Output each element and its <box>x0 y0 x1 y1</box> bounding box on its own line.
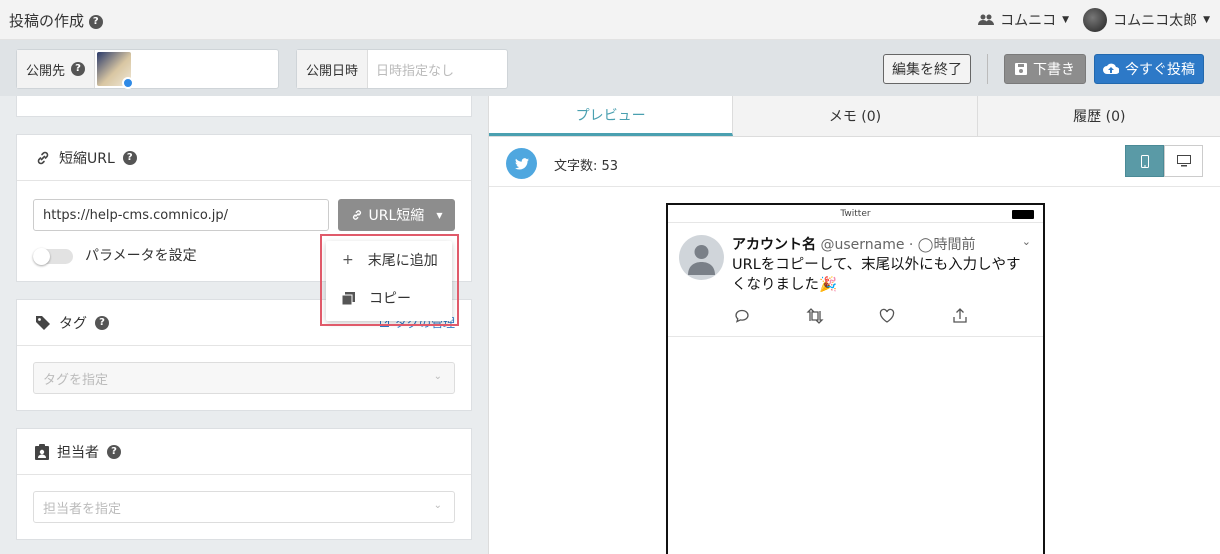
top-bar: 投稿の作成 ? コムニコ ▼ コムニコ太郎 ▼ <box>0 0 1220 40</box>
desktop-icon <box>1176 155 1191 167</box>
publish-date-input[interactable]: 日時指定なし <box>368 50 462 88</box>
mobile-view-button[interactable] <box>1125 145 1164 177</box>
phone-status-bar: Twitter <box>668 205 1043 223</box>
tweet-actions <box>732 306 982 326</box>
save-icon <box>1015 63 1027 75</box>
card-top-partial <box>16 96 472 117</box>
battery-icon <box>1012 210 1034 219</box>
divider <box>987 54 988 84</box>
shorten-url-label: URL短縮 <box>368 208 425 224</box>
tag-icon <box>36 315 50 330</box>
save-draft-button[interactable]: 下書き <box>1004 54 1086 84</box>
phone-preview: Twitter アカウント名 @username · ◯時間前 ⌄ URLをコピ… <box>666 203 1045 554</box>
tweet-header: アカウント名 @username · ◯時間前 <box>732 234 975 254</box>
help-icon[interactable]: ? <box>71 62 86 76</box>
publish-destination-field[interactable]: 公開先 ? <box>16 49 279 89</box>
short-url-header: 短縮URL ? <box>17 135 471 181</box>
twitter-icon[interactable] <box>506 148 537 179</box>
status-bar-title: Twitter <box>840 209 871 219</box>
help-icon[interactable]: ? <box>122 150 137 165</box>
reply-icon[interactable] <box>732 306 752 326</box>
chevron-down-icon: ▼ <box>1203 15 1210 25</box>
account-thumbnail[interactable] <box>97 52 135 89</box>
assignee-select[interactable]: 担当者を指定 ⌄ <box>33 491 455 523</box>
tag-select[interactable]: タグを指定 ⌄ <box>33 362 455 394</box>
page-title: 投稿の作成 ? <box>9 10 103 31</box>
short-url-title: 短縮URL <box>59 150 115 167</box>
assignee-select-placeholder: 担当者を指定 <box>43 501 122 517</box>
link-icon <box>352 210 361 220</box>
help-icon[interactable]: ? <box>88 14 103 29</box>
post-now-label: 今すぐ投稿 <box>1125 62 1195 78</box>
chevron-down-icon: ▼ <box>1062 15 1070 25</box>
publish-date-label: 公開日時 <box>297 50 369 88</box>
help-icon[interactable]: ? <box>95 315 109 330</box>
user-menu[interactable]: コムニコ太郎 ▼ <box>1083 8 1210 32</box>
team-name: コムニコ <box>1000 13 1057 29</box>
url-input[interactable]: https://help-cms.comnico.jp/ <box>33 199 329 231</box>
desktop-view-button[interactable] <box>1164 145 1203 177</box>
end-edit-button[interactable]: 編集を終了 <box>883 54 971 84</box>
post-now-button[interactable]: 今すぐ投稿 <box>1094 54 1204 84</box>
mobile-icon <box>1140 154 1149 168</box>
tweet-text: URLをコピーして、末尾以外にも入力しやすくなりました🎉 <box>732 257 1021 293</box>
share-icon[interactable] <box>950 306 970 326</box>
chevron-down-icon: ⌄ <box>433 371 442 382</box>
tweet-account-name: アカウント名 <box>732 237 816 253</box>
char-count: 文字数: 53 <box>554 159 619 174</box>
save-draft-label: 下書き <box>1033 62 1075 78</box>
chevron-down-icon: ⌄ <box>433 500 442 511</box>
team-menu[interactable]: コムニコ ▼ <box>978 10 1069 30</box>
link-icon <box>37 151 49 164</box>
assignee-card: 担当者 ? 担当者を指定 ⌄ <box>16 428 472 540</box>
avatar <box>1083 8 1108 32</box>
tab-memo[interactable]: メモ (0) <box>733 96 978 136</box>
publish-destination-label: 公開先 ? <box>17 50 96 88</box>
tweet-handle: @username · ◯時間前 <box>820 237 976 253</box>
assignee-title: 担当者 <box>57 444 99 461</box>
shorten-url-button[interactable]: URL短縮 ▼ <box>338 199 455 231</box>
publish-date-field[interactable]: 公開日時 日時指定なし <box>296 49 508 89</box>
right-pane: プレビュー メモ (0) 履歴 (0) 文字数: 53 Twitter アカウン… <box>488 96 1220 554</box>
tag-select-placeholder: タグを指定 <box>43 372 109 388</box>
tab-bar: プレビュー メモ (0) 履歴 (0) <box>489 96 1220 137</box>
highlight-box <box>320 234 459 326</box>
preview-toolbar: 文字数: 53 <box>489 137 1220 187</box>
tweet-avatar <box>679 235 724 280</box>
chevron-down-icon[interactable]: ⌄ <box>1022 235 1031 248</box>
like-icon[interactable] <box>877 306 897 326</box>
help-icon[interactable]: ? <box>107 444 121 459</box>
parameter-toggle[interactable] <box>33 248 73 265</box>
tags-title: タグ <box>59 315 87 332</box>
team-icon <box>978 14 995 25</box>
cloud-upload-icon <box>1103 63 1119 74</box>
retweet-icon[interactable] <box>805 306 825 326</box>
device-toggle <box>1125 145 1203 177</box>
assignee-header: 担当者 ? <box>17 429 471 475</box>
twitter-badge-icon <box>122 77 135 89</box>
publish-settings-bar: 公開先 ? 公開日時 日時指定なし 編集を終了 下書き 今すぐ投稿 <box>0 40 1220 96</box>
parameter-toggle-label: パラメータを設定 <box>85 248 197 264</box>
publish-destination-label-text: 公開先 <box>26 63 66 79</box>
tweet-card: アカウント名 @username · ◯時間前 ⌄ URLをコピーして、末尾以外… <box>668 223 1043 337</box>
clipboard-user-icon <box>35 443 49 460</box>
user-name: コムニコ太郎 <box>1113 13 1198 29</box>
tab-preview[interactable]: プレビュー <box>489 96 734 136</box>
caret-down-icon: ▼ <box>436 210 443 220</box>
end-edit-label: 編集を終了 <box>892 62 962 78</box>
tab-history[interactable]: 履歴 (0) <box>978 96 1220 136</box>
page-title-text: 投稿の作成 <box>9 12 85 30</box>
